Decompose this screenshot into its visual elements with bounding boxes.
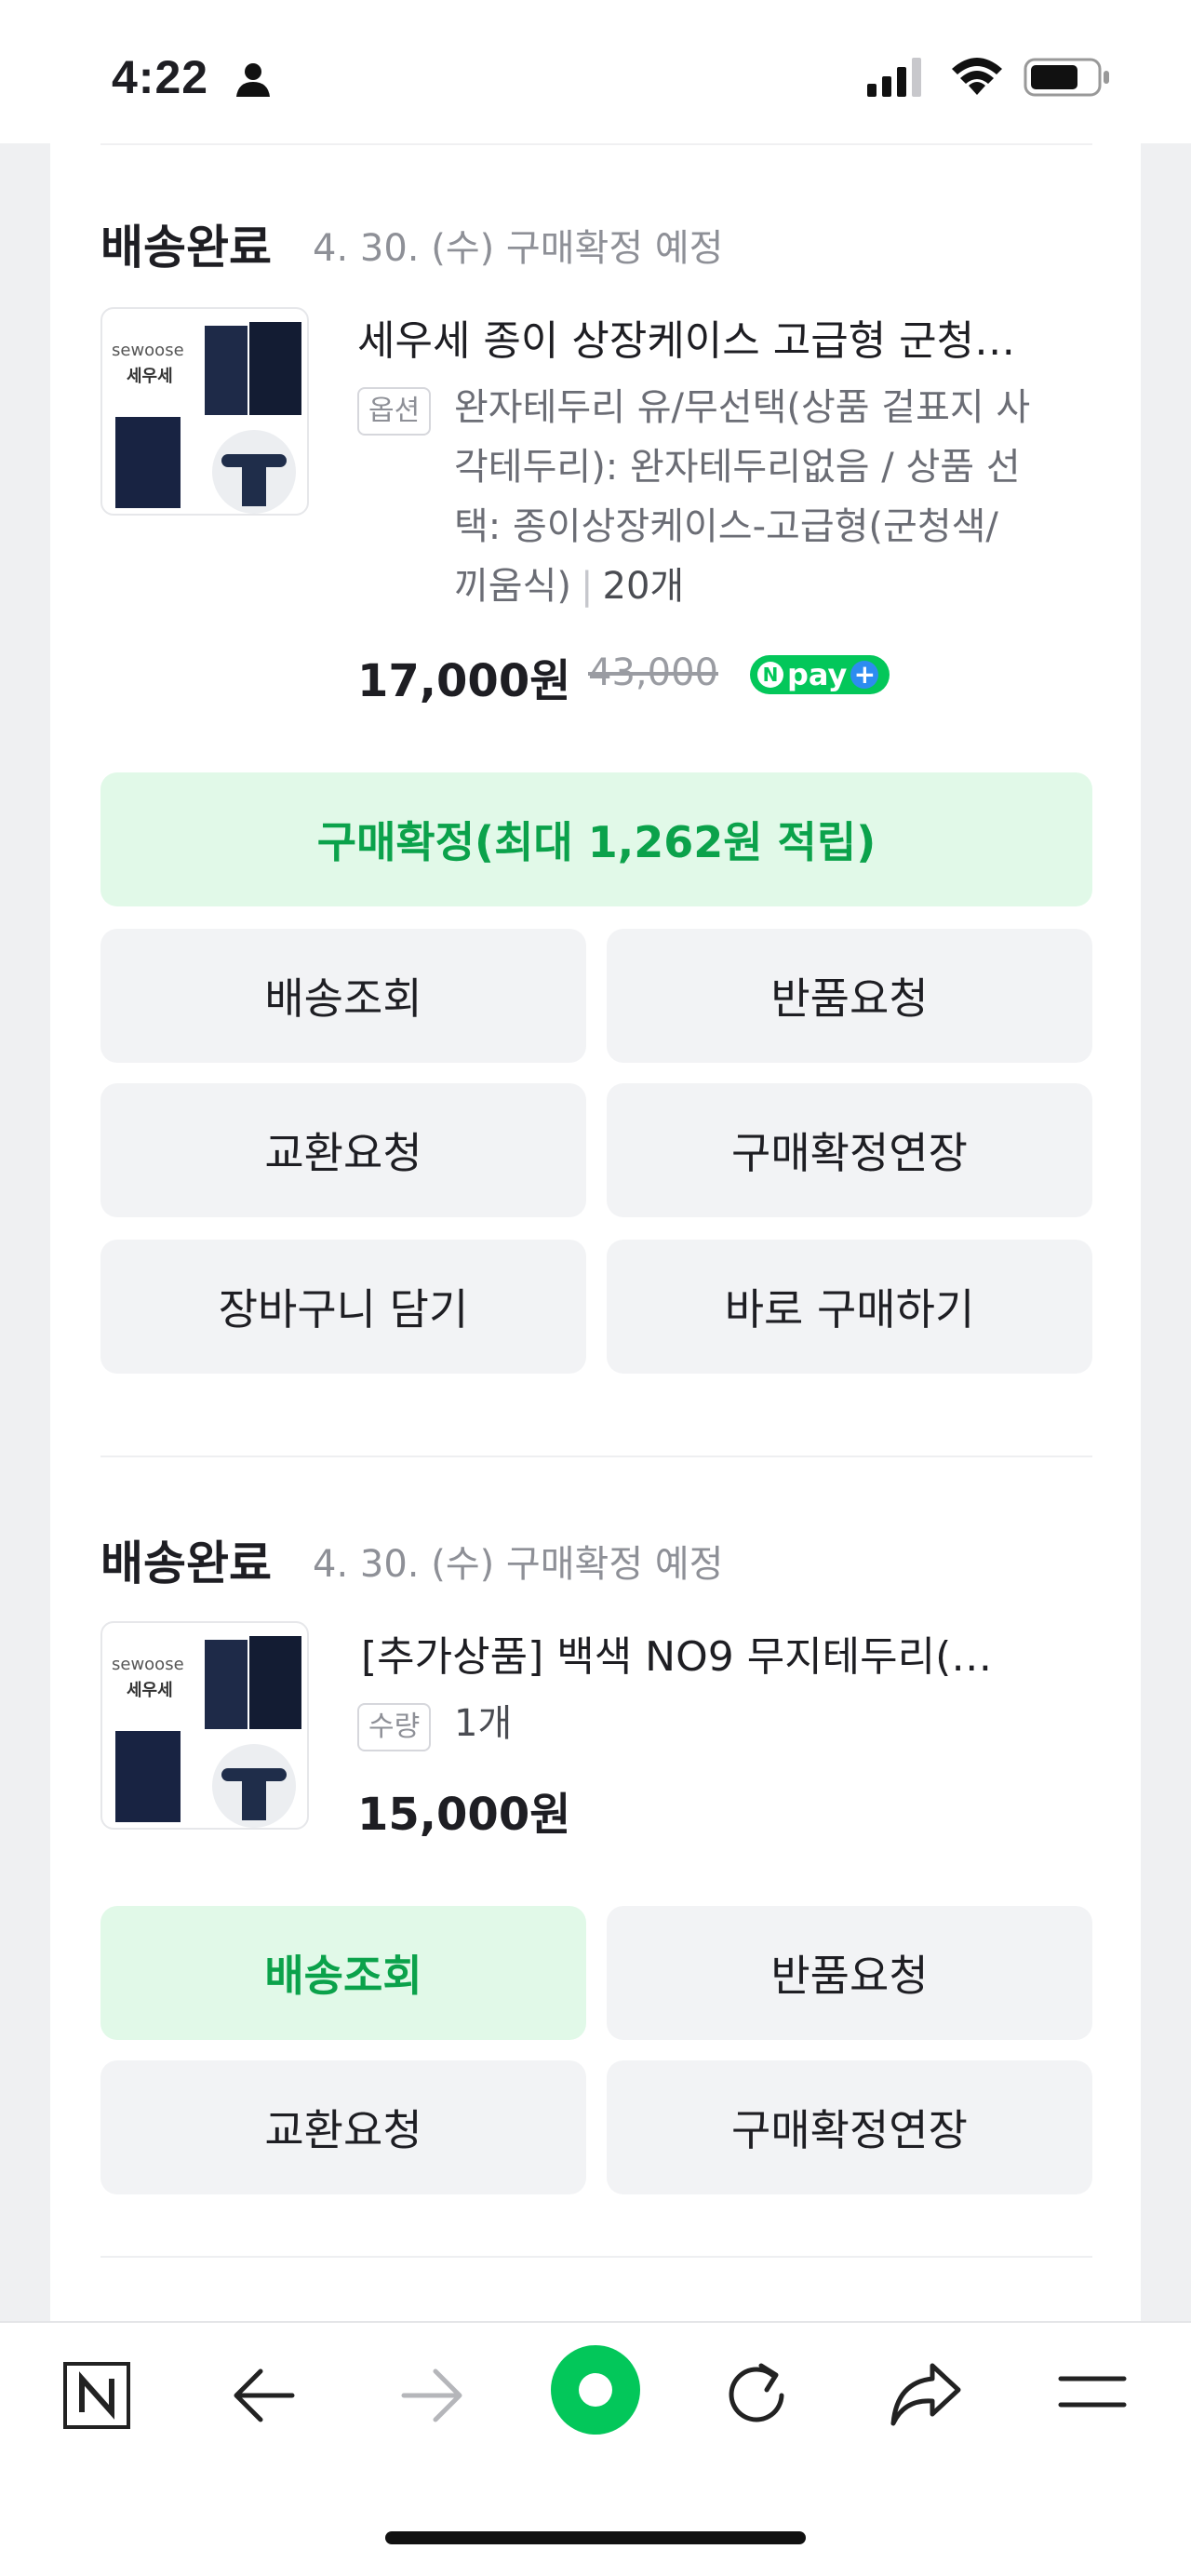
quantity-tag: 수량 bbox=[357, 1703, 432, 1751]
status-time: 4:22 bbox=[112, 51, 209, 103]
home-green-icon[interactable] bbox=[549, 2343, 642, 2436]
option-line: 각테두리): 완자테두리없음 / 상품 선 bbox=[454, 446, 1021, 489]
quantity: 20개 bbox=[602, 565, 685, 608]
order-divider bbox=[100, 2256, 1092, 2258]
home-indicator bbox=[385, 2531, 806, 2544]
separator: | bbox=[581, 565, 594, 608]
product-image-panel bbox=[115, 417, 181, 508]
naver-n-icon[interactable] bbox=[61, 2360, 132, 2431]
option-line: 택: 종이상장케이스-고급형(군청색/ bbox=[454, 505, 998, 548]
product-image-panel bbox=[205, 326, 248, 415]
top-divider bbox=[100, 143, 1092, 145]
battery-icon bbox=[1024, 58, 1109, 97]
option-tag: 옵션 bbox=[357, 387, 432, 436]
thumbnail-brand-ko: 세우세 bbox=[127, 367, 173, 386]
menu-icon[interactable] bbox=[1057, 2371, 1128, 2412]
refresh-icon[interactable] bbox=[724, 2358, 793, 2431]
original-price: 43,000 bbox=[588, 651, 718, 694]
option-text: 완자테두리 유/무선택(상품 겉표지 사 각테두리): 완자테두리없음 / 상품… bbox=[454, 378, 1124, 616]
product-image-panel bbox=[205, 1640, 248, 1729]
back-arrow-icon[interactable] bbox=[231, 2366, 298, 2425]
forward-arrow-icon[interactable] bbox=[398, 2366, 465, 2425]
cellular-signal-icon bbox=[867, 58, 921, 97]
exchange-request-button[interactable]: 교환요청 bbox=[100, 1083, 586, 1217]
plus-icon: + bbox=[850, 661, 879, 689]
track-delivery-button[interactable]: 배송조회 bbox=[100, 1906, 586, 2040]
product-title[interactable]: 세우세 종이 상장케이스 고급형 군청… bbox=[357, 307, 1046, 367]
quantity: 1개 bbox=[454, 1702, 513, 1745]
status-bar: 4:22 bbox=[0, 0, 1191, 143]
option-line-last: 끼움식) | 20개 bbox=[454, 557, 1124, 616]
exchange-request-button[interactable]: 교환요청 bbox=[100, 2060, 586, 2194]
wifi-icon bbox=[952, 58, 1002, 95]
option-line: 완자테두리 유/무선택(상품 겉표지 사 bbox=[454, 386, 1031, 429]
product-image-panel bbox=[115, 1731, 181, 1822]
order-date-note: 4. 30. (수) 구매확정 예정 bbox=[313, 227, 724, 270]
option-line: 끼움식) bbox=[454, 565, 572, 608]
product-image-clip bbox=[242, 458, 266, 506]
product-image-panel bbox=[249, 1636, 301, 1729]
buy-now-button[interactable]: 바로 구매하기 bbox=[607, 1240, 1092, 1374]
thumbnail-brand-ko: 세우세 bbox=[127, 1681, 173, 1700]
return-request-button[interactable]: 반품요청 bbox=[607, 1906, 1092, 2040]
naver-n-icon: N bbox=[757, 662, 783, 688]
price: 17,000원 bbox=[357, 655, 571, 707]
npay-badge: N pay + bbox=[750, 655, 890, 694]
product-thumbnail[interactable]: sewoose 세우세 bbox=[100, 1621, 309, 1830]
extend-confirmation-button[interactable]: 구매확정연장 bbox=[607, 1083, 1092, 1217]
thumbnail-brand-en: sewoose bbox=[112, 1655, 184, 1674]
order-status: 배송완료 bbox=[100, 1536, 272, 1590]
extend-confirmation-button[interactable]: 구매확정연장 bbox=[607, 2060, 1092, 2194]
order-divider bbox=[100, 1456, 1092, 1457]
product-image-clip bbox=[242, 1772, 266, 1820]
share-icon[interactable] bbox=[888, 2360, 962, 2429]
order-list-card: 배송완료 4. 30. (수) 구매확정 예정 sewoose 세우세 세우세 … bbox=[50, 143, 1141, 2321]
price: 15,000원 bbox=[357, 1789, 571, 1841]
quantity-text: 1개 bbox=[454, 1694, 512, 1753]
person-icon bbox=[236, 63, 270, 97]
product-title[interactable]: [추가상품] 백색 NO9 무지테두리(… bbox=[361, 1623, 1050, 1683]
thumbnail-brand-en: sewoose bbox=[112, 341, 184, 360]
order-date-note: 4. 30. (수) 구매확정 예정 bbox=[313, 1543, 724, 1586]
npay-label: pay bbox=[787, 657, 848, 692]
return-request-button[interactable]: 반품요청 bbox=[607, 929, 1092, 1063]
track-delivery-button[interactable]: 배송조회 bbox=[100, 929, 586, 1063]
add-to-cart-button[interactable]: 장바구니 담기 bbox=[100, 1240, 586, 1374]
confirm-purchase-button[interactable]: 구매확정(최대 1,262원 적립) bbox=[100, 772, 1092, 906]
product-image-panel bbox=[249, 322, 301, 415]
product-thumbnail[interactable]: sewoose 세우세 bbox=[100, 307, 309, 516]
order-status: 배송완료 bbox=[100, 221, 272, 275]
